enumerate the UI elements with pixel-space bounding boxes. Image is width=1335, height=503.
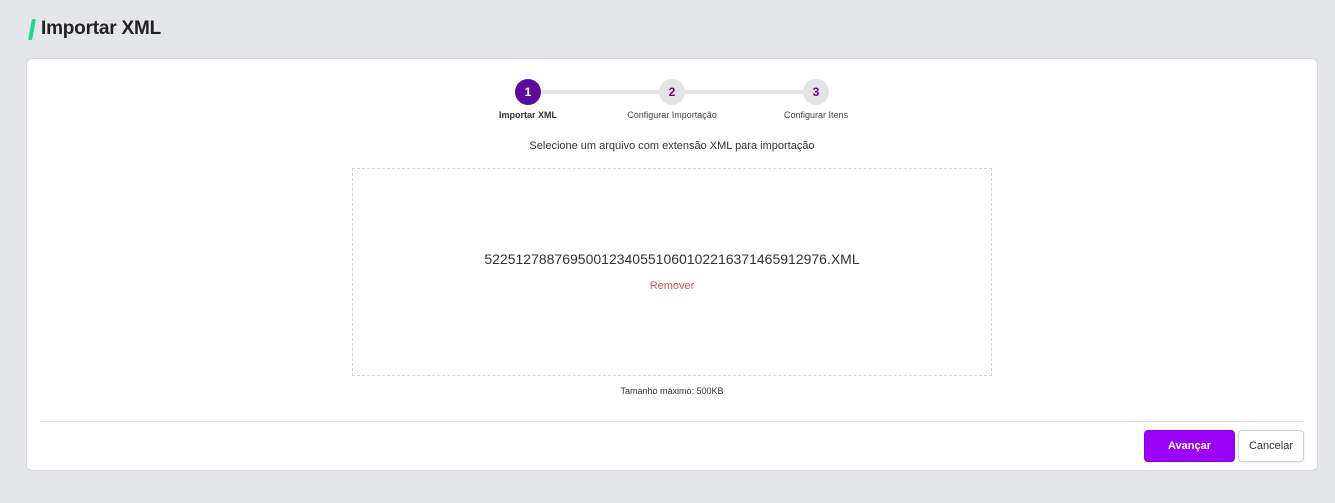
step-3: 3 Configurar Itens [736,69,896,120]
step-1: 1 Importar XML [448,69,608,120]
step-1-circle: 1 [515,79,541,105]
selected-file-name: 5225127887695001234055106010221637146591… [484,251,860,267]
upload-instructions: Selecione um arquivo com extensão XML pa… [529,140,815,152]
page-title: Importar XML [41,18,162,39]
next-button[interactable]: Avançar [1144,430,1235,462]
max-size-note: Tamanho máximo: 500KB [620,386,724,396]
step-2: 2 Configurar Importação [592,69,752,120]
step-2-circle: 2 [659,79,685,105]
step-1-label: Importar XML [498,110,557,120]
footer-divider [40,421,1304,422]
stepper: 1 Importar XML 2 Configurar Importação 3… [27,69,1317,120]
step-2-label: Configurar Importação [627,110,717,120]
page-header: Importar XML [28,16,162,42]
remove-file-link[interactable]: Remover [650,280,695,292]
cancel-button[interactable]: Cancelar [1238,430,1304,462]
step-3-label: Configurar Itens [783,110,849,120]
title-accent-bar [28,18,36,40]
import-card: 1 Importar XML 2 Configurar Importação 3… [26,58,1318,471]
step-3-circle: 3 [803,79,829,105]
file-dropzone[interactable]: 5225127887695001234055106010221637146591… [352,168,992,376]
